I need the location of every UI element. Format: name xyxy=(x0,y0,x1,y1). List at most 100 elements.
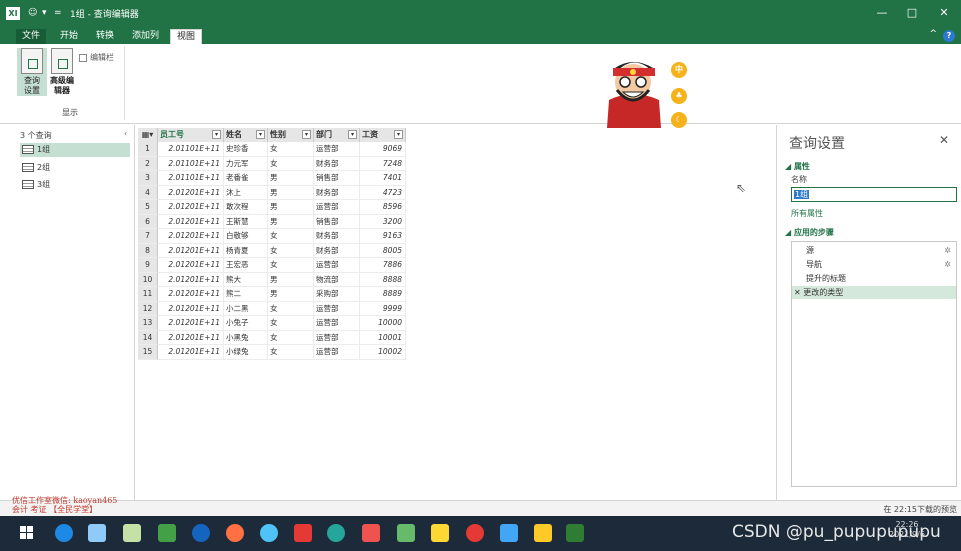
cell-salary[interactable]: 3200 xyxy=(360,214,406,229)
cell-salary[interactable]: 10001 xyxy=(360,330,406,345)
query-item-2[interactable]: 2组 xyxy=(20,161,130,175)
gear-icon[interactable]: ✲ xyxy=(944,258,951,271)
cell-dept[interactable]: 采购部 xyxy=(314,287,360,302)
query-name-field[interactable]: 1组 xyxy=(791,187,957,202)
row-number[interactable]: 4 xyxy=(138,185,158,200)
row-number[interactable]: 9 xyxy=(138,258,158,273)
column-header-dept[interactable]: 部门 ▾ xyxy=(314,128,360,142)
row-number[interactable]: 3 xyxy=(138,171,158,186)
cell-name[interactable]: 敢次程 xyxy=(224,200,268,215)
row-number[interactable]: 1 xyxy=(138,142,158,157)
cell-salary[interactable]: 4723 xyxy=(360,185,406,200)
cell-id[interactable]: 2.01101E+11 xyxy=(158,171,224,186)
step-promoted-headers[interactable]: 提升的标题 xyxy=(792,272,956,285)
advanced-editor-button[interactable]: 高级编 辑器 xyxy=(47,48,77,96)
windows-start-icon[interactable] xyxy=(20,526,34,540)
cell-id[interactable]: 2.01201E+11 xyxy=(158,316,224,331)
row-number[interactable]: 11 xyxy=(138,287,158,302)
system-clock[interactable]: 22:26 2021/9/6 xyxy=(889,520,925,540)
cell-sex[interactable]: 女 xyxy=(268,330,314,345)
tab-transform[interactable]: 转换 xyxy=(90,29,120,44)
app-blue-icon[interactable] xyxy=(500,524,518,542)
row-number[interactable]: 15 xyxy=(138,345,158,360)
cell-id[interactable]: 2.01201E+11 xyxy=(158,185,224,200)
cell-name[interactable]: 小黑兔 xyxy=(224,330,268,345)
query-item-1[interactable]: 1组 xyxy=(20,143,130,157)
cell-salary[interactable]: 7401 xyxy=(360,171,406,186)
row-number[interactable]: 7 xyxy=(138,229,158,244)
row-number[interactable]: 10 xyxy=(138,272,158,287)
cell-id[interactable]: 2.01201E+11 xyxy=(158,258,224,273)
help-icon[interactable]: ? xyxy=(943,30,955,42)
minimize-button[interactable]: — xyxy=(872,6,892,19)
cell-name[interactable]: 小二黑 xyxy=(224,301,268,316)
cell-name[interactable]: 力元军 xyxy=(224,156,268,171)
cell-name[interactable]: 熊二 xyxy=(224,287,268,302)
cell-name[interactable]: 史珍香 xyxy=(224,142,268,157)
step-source[interactable]: 源 ✲ xyxy=(792,244,956,257)
row-number[interactable]: 8 xyxy=(138,243,158,258)
cell-sex[interactable]: 男 xyxy=(268,272,314,287)
cell-id[interactable]: 2.01201E+11 xyxy=(158,214,224,229)
cell-id[interactable]: 2.01201E+11 xyxy=(158,330,224,345)
cell-id[interactable]: 2.01201E+11 xyxy=(158,243,224,258)
cell-salary[interactable]: 10002 xyxy=(360,345,406,360)
cell-dept[interactable]: 运营部 xyxy=(314,316,360,331)
app-star-icon[interactable] xyxy=(192,524,210,542)
cell-name[interactable]: 小绿兔 xyxy=(224,345,268,360)
row-number[interactable]: 14 xyxy=(138,330,158,345)
row-number[interactable]: 13 xyxy=(138,316,158,331)
cell-name[interactable]: 王斯慧 xyxy=(224,214,268,229)
cell-dept[interactable]: 运营部 xyxy=(314,200,360,215)
cell-sex[interactable]: 男 xyxy=(268,185,314,200)
column-header-name[interactable]: 姓名 ▾ xyxy=(224,128,268,142)
step-navigation[interactable]: 导航 ✲ xyxy=(792,258,956,271)
undo-dropdown-icon[interactable]: ▾ xyxy=(42,8,47,18)
row-number[interactable]: 12 xyxy=(138,301,158,316)
cell-sex[interactable]: 女 xyxy=(268,258,314,273)
column-header-id[interactable]: 员工号 ▾ xyxy=(158,128,224,142)
tab-home[interactable]: 开始 xyxy=(54,29,84,44)
excel-taskbar-icon[interactable] xyxy=(566,524,584,542)
cell-salary[interactable]: 8005 xyxy=(360,243,406,258)
cell-salary[interactable]: 10000 xyxy=(360,316,406,331)
chat-icon[interactable] xyxy=(88,524,106,542)
cell-salary[interactable]: 8596 xyxy=(360,200,406,215)
customize-quick-access-icon[interactable]: = xyxy=(54,8,62,18)
cell-dept[interactable]: 销售部 xyxy=(314,214,360,229)
properties-header[interactable]: ◢ 属性 xyxy=(785,161,810,172)
cell-id[interactable]: 2.01101E+11 xyxy=(158,142,224,157)
notes-icon[interactable] xyxy=(123,524,141,542)
app-green-icon[interactable] xyxy=(158,524,176,542)
cell-dept[interactable]: 财务部 xyxy=(314,156,360,171)
close-icon[interactable]: ✕ xyxy=(939,133,949,147)
cell-dept[interactable]: 财务部 xyxy=(314,229,360,244)
all-properties-link[interactable]: 所有属性 xyxy=(791,208,823,219)
cell-id[interactable]: 2.01201E+11 xyxy=(158,229,224,244)
filter-dropdown-icon[interactable]: ▾ xyxy=(348,130,357,139)
cell-dept[interactable]: 物流部 xyxy=(314,272,360,287)
step-changed-type[interactable]: ✕ 更改的类型 xyxy=(792,286,956,299)
app-red-icon[interactable] xyxy=(294,524,312,542)
cell-sex[interactable]: 女 xyxy=(268,142,314,157)
cell-sex[interactable]: 男 xyxy=(268,171,314,186)
cell-name[interactable]: 沐上 xyxy=(224,185,268,200)
cell-id[interactable]: 2.01201E+11 xyxy=(158,200,224,215)
app-lightning-icon[interactable] xyxy=(397,524,415,542)
collapse-pane-icon[interactable]: ‹ xyxy=(124,129,127,138)
cell-sex[interactable]: 女 xyxy=(268,229,314,244)
close-button[interactable]: ✕ xyxy=(934,6,954,19)
app-yellow-icon[interactable] xyxy=(431,524,449,542)
file-explorer-icon[interactable] xyxy=(534,524,552,542)
cell-name[interactable]: 小兔子 xyxy=(224,316,268,331)
cell-sex[interactable]: 女 xyxy=(268,301,314,316)
cell-sex[interactable]: 女 xyxy=(268,243,314,258)
row-number[interactable]: 2 xyxy=(138,156,158,171)
cell-id[interactable]: 2.01201E+11 xyxy=(158,272,224,287)
query-settings-button[interactable]: 查询 设置 xyxy=(17,48,47,96)
app-orange-icon[interactable] xyxy=(226,524,244,542)
cell-name[interactable]: 白敬够 xyxy=(224,229,268,244)
formula-bar-checkbox[interactable]: 编辑栏 xyxy=(79,52,114,63)
cell-salary[interactable]: 9999 xyxy=(360,301,406,316)
cell-salary[interactable]: 8888 xyxy=(360,272,406,287)
